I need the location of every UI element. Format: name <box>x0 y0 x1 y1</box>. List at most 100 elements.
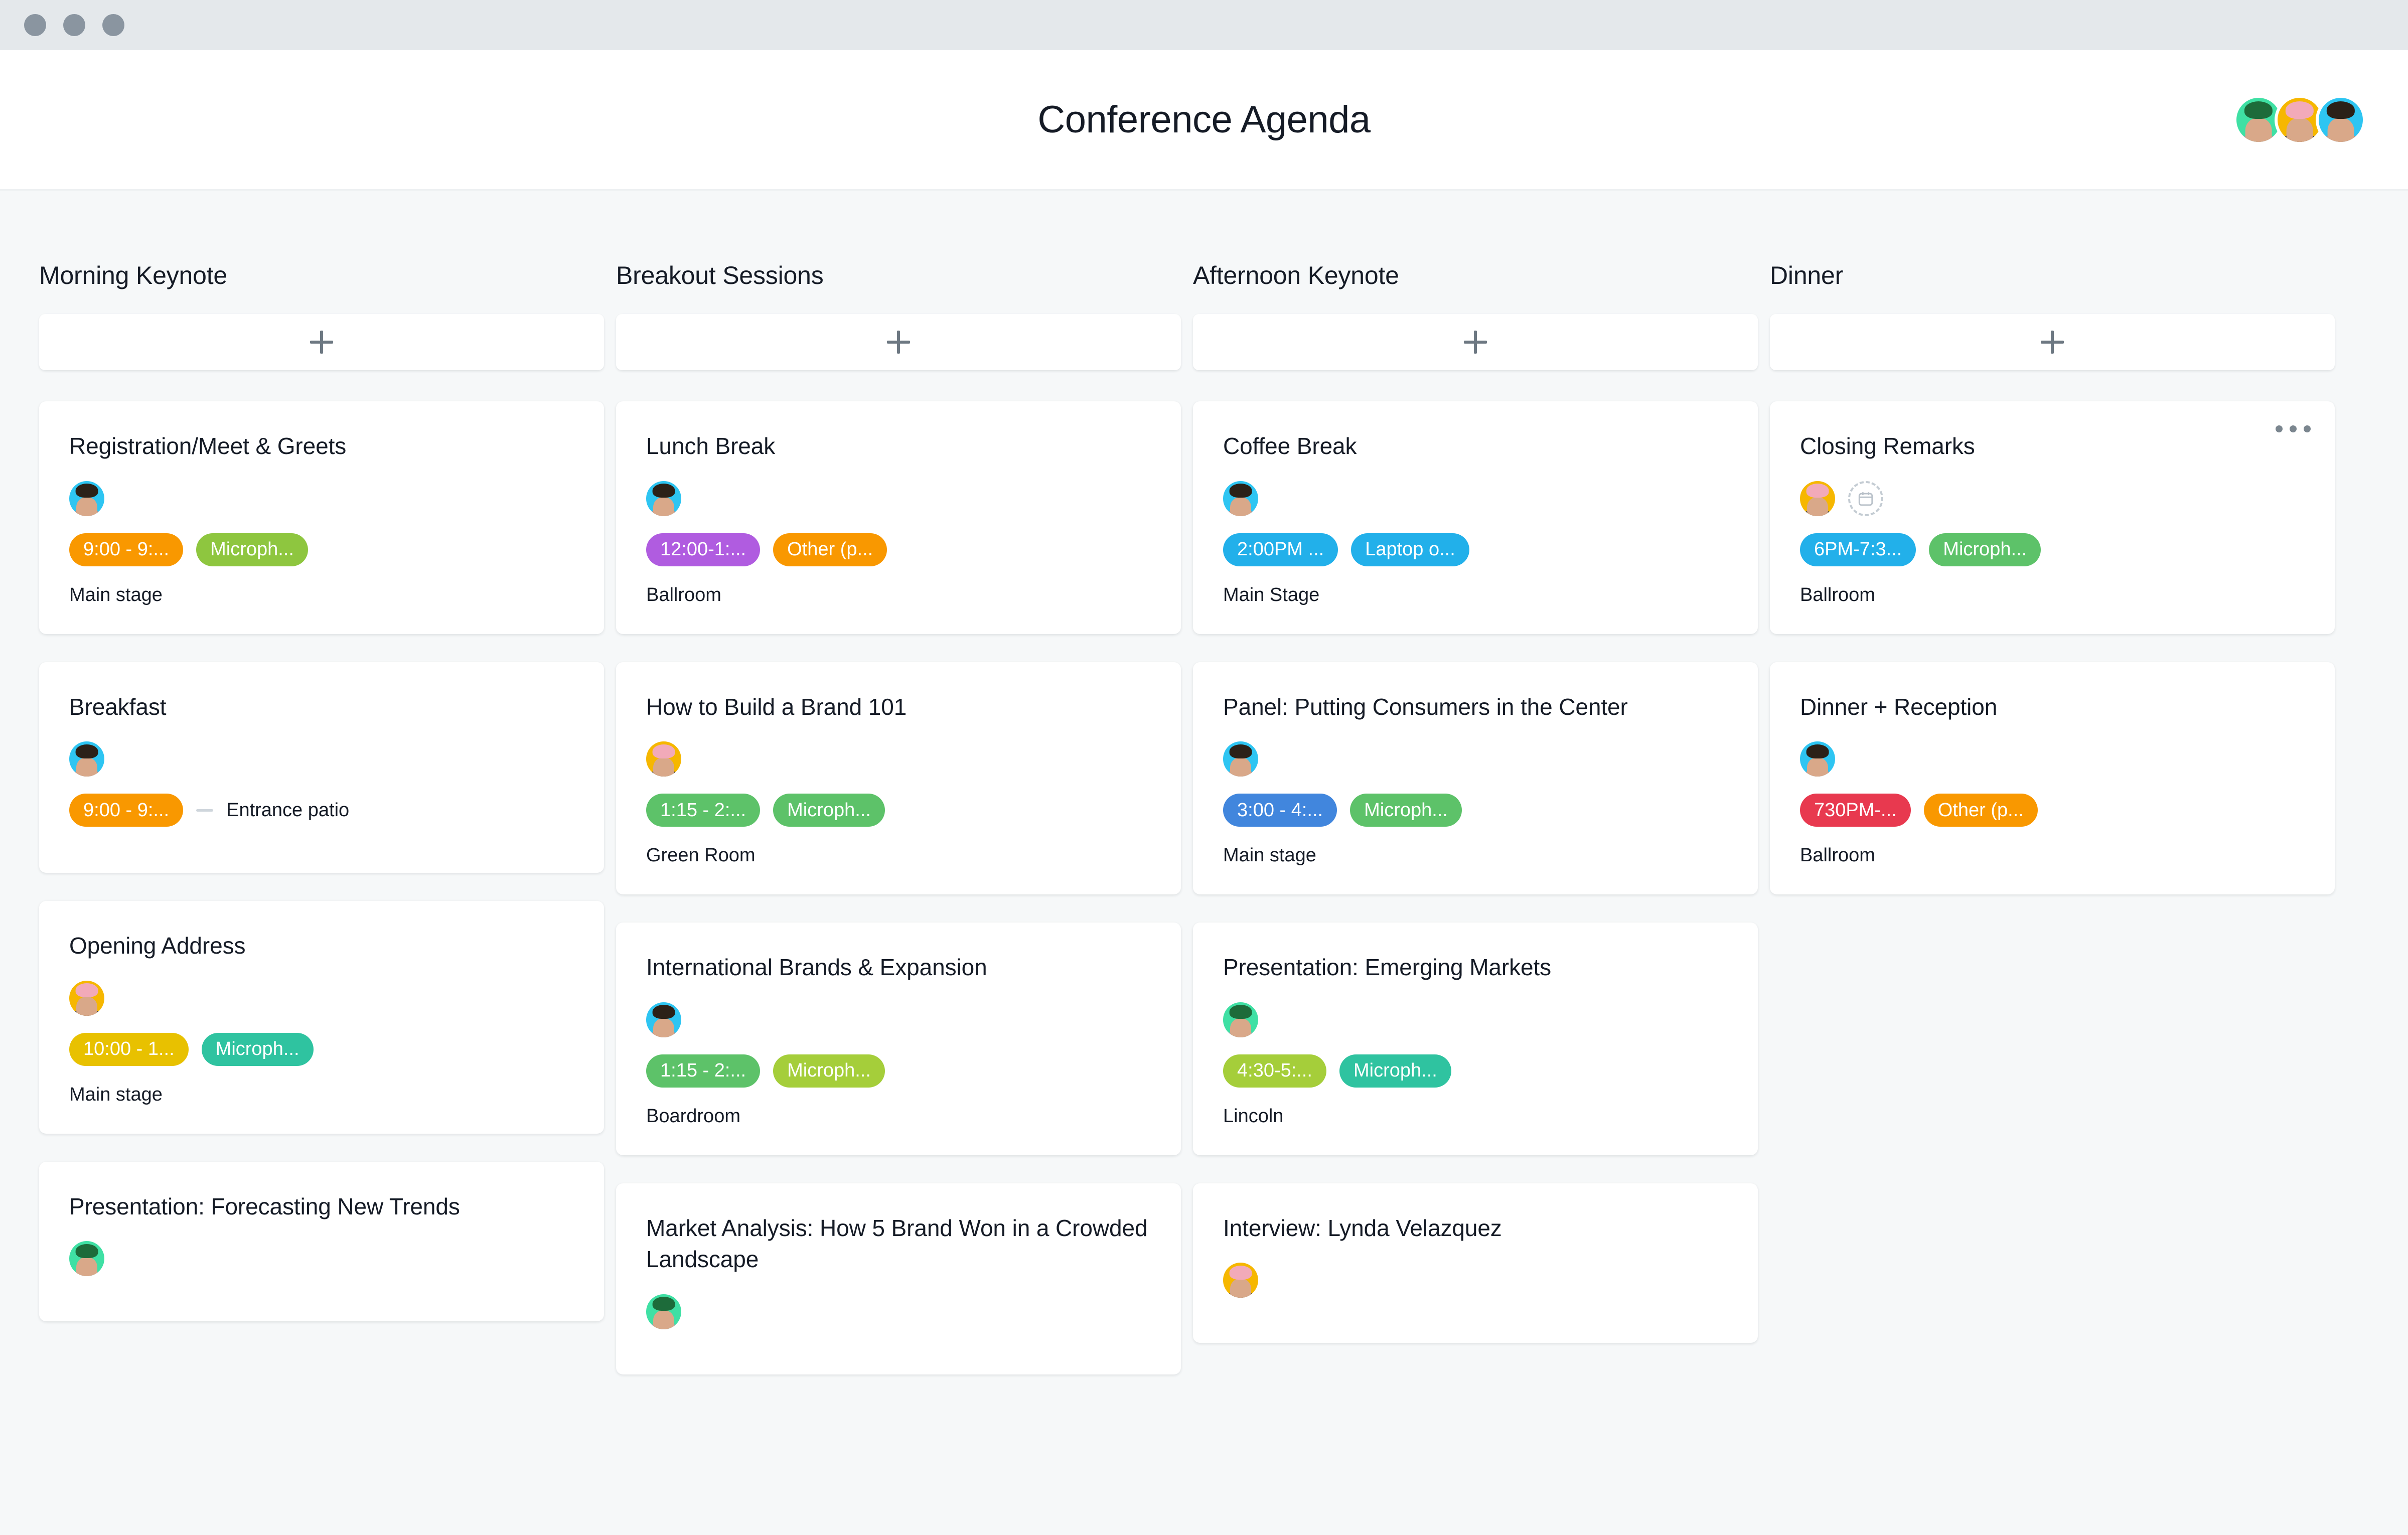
time-tag[interactable]: 6PM-7:3... <box>1800 533 1916 566</box>
card-assignee-row <box>69 1241 574 1276</box>
avatar-team-member-3[interactable] <box>2316 95 2366 145</box>
card-tag-row: 730PM-... Other (p... <box>1800 794 2305 827</box>
resource-tag[interactable]: Microph... <box>773 794 885 827</box>
card-tag-row: 6PM-7:3... Microph... <box>1800 533 2305 566</box>
card-assignee-avatar[interactable] <box>69 741 104 777</box>
card-title: Opening Address <box>69 930 574 962</box>
card-assignee-avatar[interactable] <box>1223 1002 1258 1037</box>
card-title: Dinner + Reception <box>1800 691 2305 723</box>
card-title: Registration/Meet & Greets <box>69 430 574 462</box>
card-assignee-row <box>1223 481 1728 516</box>
time-tag[interactable]: 9:00 - 9:... <box>69 533 183 566</box>
column-title: Morning Keynote <box>39 261 604 290</box>
card-assignee-row <box>1223 741 1728 777</box>
time-tag[interactable]: 10:00 - 1... <box>69 1033 189 1066</box>
agenda-card[interactable]: How to Build a Brand 101 1:15 - 2:... Micr… <box>616 662 1181 895</box>
agenda-card[interactable]: Breakfast9:00 - 9:...Entrance patio <box>39 662 604 873</box>
agenda-card[interactable]: Closing Remarks6PM-7:3...Microph...Ballr… <box>1770 401 2335 634</box>
header-avatar-group[interactable] <box>2233 95 2366 145</box>
card-assignee-row <box>1800 741 2305 777</box>
agenda-card[interactable]: Market Analysis: How 5 Brand Won in a Cr… <box>616 1183 1181 1374</box>
add-due-date-icon[interactable] <box>1848 481 1883 516</box>
agenda-card[interactable]: Presentation: Forecasting New Trends <box>39 1162 604 1322</box>
card-assignee-row <box>1223 1002 1728 1037</box>
resource-tag[interactable]: Other (p... <box>773 533 887 566</box>
card-assignee-avatar[interactable] <box>1800 741 1835 777</box>
card-title: International Brands & Expansion <box>646 952 1151 983</box>
card-assignee-avatar[interactable] <box>1800 481 1835 516</box>
card-assignee-avatar[interactable] <box>69 1241 104 1276</box>
card-tag-row: 10:00 - 1... Microph... <box>69 1033 574 1066</box>
card-assignee-row <box>646 741 1151 777</box>
column-title: Dinner <box>1770 261 2335 290</box>
add-card-button[interactable] <box>616 314 1181 370</box>
time-tag[interactable]: 3:00 - 4:... <box>1223 794 1337 827</box>
card-assignee-avatar[interactable] <box>646 1294 681 1329</box>
card-title: Breakfast <box>69 691 574 723</box>
card-assignee-avatar[interactable] <box>1223 481 1258 516</box>
agenda-card[interactable]: International Brands & Expansion 1:15 - 2… <box>616 923 1181 1155</box>
card-tag-row: 1:15 - 2:... Microph... <box>646 794 1151 827</box>
time-tag[interactable]: 730PM-... <box>1800 794 1911 827</box>
card-title: Presentation: Emerging Markets <box>1223 952 1728 983</box>
card-location: Boardroom <box>646 1106 1151 1127</box>
agenda-card[interactable]: Lunch Break12:00-1:...Other (p...Ballroo… <box>616 401 1181 634</box>
resource-tag[interactable]: Microph... <box>196 533 308 566</box>
agenda-card[interactable]: Registration/Meet & Greets 9:00 - 9:... Mi… <box>39 401 604 634</box>
card-assignee-avatar[interactable] <box>646 741 681 777</box>
card-title: How to Build a Brand 101 <box>646 691 1151 723</box>
card-assignee-row <box>69 741 574 777</box>
time-tag[interactable]: 2:00PM ... <box>1223 533 1338 566</box>
resource-tag[interactable]: Microph... <box>1350 794 1462 827</box>
card-assignee-row <box>646 1002 1151 1037</box>
card-tag-row: 4:30-5:... Microph... <box>1223 1054 1728 1088</box>
card-tag-row: 2:00PM ... Laptop o... <box>1223 533 1728 566</box>
card-assignee-row <box>1223 1263 1728 1298</box>
card-assignee-avatar[interactable] <box>1223 741 1258 777</box>
card-assignee-avatar[interactable] <box>69 981 104 1016</box>
card-location: Ballroom <box>646 584 1151 606</box>
card-title: Market Analysis: How 5 Brand Won in a Cr… <box>646 1212 1151 1275</box>
card-title: Presentation: Forecasting New Trends <box>69 1191 574 1222</box>
close-icon[interactable] <box>24 14 46 36</box>
time-tag[interactable]: 12:00-1:... <box>646 533 760 566</box>
resource-tag[interactable]: Other (p... <box>1924 794 2038 827</box>
card-location: Green Room <box>646 845 1151 866</box>
resource-tag[interactable]: Microph... <box>202 1033 314 1066</box>
card-assignee-row <box>69 981 574 1016</box>
resource-tag[interactable]: Microph... <box>1929 533 2041 566</box>
time-tag[interactable]: 1:15 - 2:... <box>646 794 760 827</box>
agenda-card[interactable]: Dinner + Reception 730PM-... Other (p... Ba… <box>1770 662 2335 895</box>
time-tag[interactable]: 4:30-5:... <box>1223 1054 1326 1088</box>
agenda-card[interactable]: Panel: Putting Consumers in the Center3:… <box>1193 662 1758 895</box>
plus-icon <box>1464 331 1487 354</box>
more-options-icon[interactable] <box>2276 425 2311 432</box>
time-tag[interactable]: 1:15 - 2:... <box>646 1054 760 1088</box>
card-assignee-avatar[interactable] <box>1223 1263 1258 1298</box>
resource-tag[interactable]: Laptop o... <box>1351 533 1469 566</box>
minimize-icon[interactable] <box>63 14 85 36</box>
maximize-icon[interactable] <box>102 14 124 36</box>
app-header: Conference Agenda <box>0 50 2408 191</box>
card-tag-row: 12:00-1:... Other (p... <box>646 533 1151 566</box>
agenda-card[interactable]: Presentation: Emerging Markets 4:30-5:...… <box>1193 923 1758 1155</box>
card-assignee-row <box>1800 481 2305 516</box>
resource-tag[interactable]: Microph... <box>1339 1054 1451 1088</box>
card-assignee-avatar[interactable] <box>646 1002 681 1037</box>
agenda-card[interactable]: Interview: Lynda Velazquez <box>1193 1183 1758 1343</box>
time-tag[interactable]: 9:00 - 9:... <box>69 794 183 827</box>
column-title: Breakout Sessions <box>616 261 1181 290</box>
add-card-button[interactable] <box>1770 314 2335 370</box>
add-card-button[interactable] <box>1193 314 1758 370</box>
add-card-button[interactable] <box>39 314 604 370</box>
agenda-card[interactable]: Coffee Break2:00PM ...Laptop o...Main St… <box>1193 401 1758 634</box>
card-location: Ballroom <box>1800 845 2305 866</box>
board-column: Breakout SessionsLunch Break12:00-1:...O… <box>616 261 1181 1403</box>
card-assignee-row <box>646 481 1151 516</box>
page-title: Conference Agenda <box>1037 98 1370 141</box>
card-assignee-avatar[interactable] <box>69 481 104 516</box>
agenda-card[interactable]: Opening Address10:00 - 1...Microph...Mai… <box>39 901 604 1134</box>
plus-icon <box>2041 331 2064 354</box>
card-assignee-avatar[interactable] <box>646 481 681 516</box>
resource-tag[interactable]: Microph... <box>773 1054 885 1088</box>
